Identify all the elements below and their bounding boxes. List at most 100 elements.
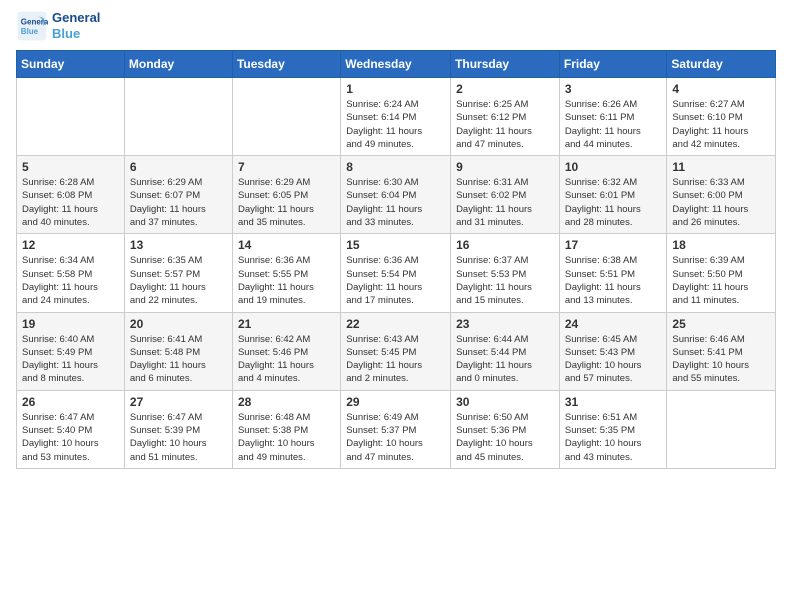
cell-info: Daylight: 11 hours: [238, 203, 335, 216]
cell-info: and 44 minutes.: [565, 138, 662, 151]
cell-info: Daylight: 10 hours: [22, 437, 119, 450]
cell-info: Sunrise: 6:37 AM: [456, 254, 554, 267]
cell-info: Daylight: 11 hours: [238, 359, 335, 372]
cell-info: Sunrise: 6:29 AM: [130, 176, 227, 189]
cell-info: Daylight: 10 hours: [456, 437, 554, 450]
cell-info: and 37 minutes.: [130, 216, 227, 229]
cell-info: and 45 minutes.: [456, 451, 554, 464]
cell-info: and 53 minutes.: [22, 451, 119, 464]
cell-info: and 40 minutes.: [22, 216, 119, 229]
cell-info: Sunset: 5:53 PM: [456, 268, 554, 281]
cell-info: Daylight: 10 hours: [346, 437, 445, 450]
cell-info: Daylight: 11 hours: [565, 203, 662, 216]
cell-info: and 28 minutes.: [565, 216, 662, 229]
cell-info: Sunset: 5:37 PM: [346, 424, 445, 437]
cell-info: Sunrise: 6:34 AM: [22, 254, 119, 267]
cell-info: Sunrise: 6:26 AM: [565, 98, 662, 111]
cell-info: Daylight: 11 hours: [672, 203, 770, 216]
day-number: 1: [346, 82, 445, 96]
calendar-cell: 13Sunrise: 6:35 AMSunset: 5:57 PMDayligh…: [124, 234, 232, 312]
cell-info: Sunrise: 6:30 AM: [346, 176, 445, 189]
cell-info: Daylight: 11 hours: [238, 281, 335, 294]
cell-info: and 57 minutes.: [565, 372, 662, 385]
cell-info: and 8 minutes.: [22, 372, 119, 385]
cell-info: Daylight: 11 hours: [346, 359, 445, 372]
calendar-week-2: 5Sunrise: 6:28 AMSunset: 6:08 PMDaylight…: [17, 156, 776, 234]
day-number: 21: [238, 317, 335, 331]
cell-info: and 6 minutes.: [130, 372, 227, 385]
cell-info: Sunset: 6:14 PM: [346, 111, 445, 124]
day-number: 4: [672, 82, 770, 96]
calendar-cell: 30Sunrise: 6:50 AMSunset: 5:36 PMDayligh…: [451, 390, 560, 468]
cell-info: Sunrise: 6:24 AM: [346, 98, 445, 111]
cell-info: Sunrise: 6:47 AM: [130, 411, 227, 424]
calendar-cell: [124, 78, 232, 156]
day-number: 2: [456, 82, 554, 96]
calendar-cell: 26Sunrise: 6:47 AMSunset: 5:40 PMDayligh…: [17, 390, 125, 468]
day-number: 8: [346, 160, 445, 174]
cell-info: Sunset: 6:10 PM: [672, 111, 770, 124]
cell-info: Sunrise: 6:50 AM: [456, 411, 554, 424]
calendar-cell: 9Sunrise: 6:31 AMSunset: 6:02 PMDaylight…: [451, 156, 560, 234]
cell-info: Sunrise: 6:48 AM: [238, 411, 335, 424]
cell-info: Sunset: 5:46 PM: [238, 346, 335, 359]
cell-info: Sunset: 6:08 PM: [22, 189, 119, 202]
calendar-cell: 18Sunrise: 6:39 AMSunset: 5:50 PMDayligh…: [667, 234, 776, 312]
cell-info: Daylight: 11 hours: [565, 281, 662, 294]
cell-info: Daylight: 10 hours: [565, 437, 662, 450]
calendar-page: General Blue General Blue SundayMondayTu…: [0, 0, 792, 612]
cell-info: Sunset: 5:58 PM: [22, 268, 119, 281]
calendar-cell: 22Sunrise: 6:43 AMSunset: 5:45 PMDayligh…: [341, 312, 451, 390]
calendar-cell: 28Sunrise: 6:48 AMSunset: 5:38 PMDayligh…: [232, 390, 340, 468]
day-number: 12: [22, 238, 119, 252]
cell-info: Sunset: 6:12 PM: [456, 111, 554, 124]
calendar-week-1: 1 Sunrise: 6:24 AMSunset: 6:14 PM Daylight…: [17, 78, 776, 156]
cell-info: Sunset: 5:43 PM: [565, 346, 662, 359]
cell-info: Daylight: 11 hours: [22, 359, 119, 372]
cell-info: and 47 minutes.: [456, 138, 554, 151]
cell-info: Sunrise: 6:29 AM: [238, 176, 335, 189]
day-number: 10: [565, 160, 662, 174]
calendar-cell: 31Sunrise: 6:51 AMSunset: 5:35 PMDayligh…: [559, 390, 667, 468]
cell-info: Sunrise: 6:33 AM: [672, 176, 770, 189]
calendar-week-3: 12 Sunrise: 6:34 AMSunset: 5:58 PM Dayligh…: [17, 234, 776, 312]
calendar-cell: 7Sunrise: 6:29 AMSunset: 6:05 PMDaylight…: [232, 156, 340, 234]
calendar-header-row: SundayMondayTuesdayWednesdayThursdayFrid…: [17, 51, 776, 78]
svg-text:Blue: Blue: [21, 27, 39, 36]
calendar-cell: 4Sunrise: 6:27 AMSunset: 6:10 PMDaylight…: [667, 78, 776, 156]
calendar-week-5: 26Sunrise: 6:47 AMSunset: 5:40 PMDayligh…: [17, 390, 776, 468]
day-header-thursday: Thursday: [451, 51, 560, 78]
cell-info: and 47 minutes.: [346, 451, 445, 464]
cell-info: Daylight: 11 hours: [346, 203, 445, 216]
cell-info: Sunrise: 6:36 AM: [238, 254, 335, 267]
logo-icon: General Blue: [16, 10, 48, 42]
calendar-cell: 17Sunrise: 6:38 AMSunset: 5:51 PMDayligh…: [559, 234, 667, 312]
cell-info: Daylight: 11 hours: [565, 125, 662, 138]
cell-info: and 26 minutes.: [672, 216, 770, 229]
cell-info: Sunset: 6:01 PM: [565, 189, 662, 202]
cell-info: Sunset: 5:41 PM: [672, 346, 770, 359]
cell-info: and 2 minutes.: [346, 372, 445, 385]
cell-info: Daylight: 10 hours: [238, 437, 335, 450]
cell-info: and 0 minutes.: [456, 372, 554, 385]
calendar-cell: [232, 78, 340, 156]
cell-info: Sunrise: 6:47 AM: [22, 411, 119, 424]
cell-info: Sunset: 6:00 PM: [672, 189, 770, 202]
cell-info: Sunset: 5:38 PM: [238, 424, 335, 437]
day-number: 17: [565, 238, 662, 252]
cell-info: Sunset: 6:02 PM: [456, 189, 554, 202]
cell-info: Daylight: 11 hours: [672, 281, 770, 294]
calendar-cell: 10Sunrise: 6:32 AMSunset: 6:01 PMDayligh…: [559, 156, 667, 234]
cell-info: Sunrise: 6:41 AM: [130, 333, 227, 346]
day-number: 31: [565, 395, 662, 409]
cell-info: and 17 minutes.: [346, 294, 445, 307]
cell-info: Sunrise: 6:49 AM: [346, 411, 445, 424]
cell-info: Sunset: 5:40 PM: [22, 424, 119, 437]
calendar-cell: 25Sunrise: 6:46 AMSunset: 5:41 PMDayligh…: [667, 312, 776, 390]
cell-info: Sunrise: 6:25 AM: [456, 98, 554, 111]
day-number: 24: [565, 317, 662, 331]
logo-text-blue: Blue: [52, 26, 100, 42]
cell-info: Sunset: 5:51 PM: [565, 268, 662, 281]
calendar-cell: 27Sunrise: 6:47 AMSunset: 5:39 PMDayligh…: [124, 390, 232, 468]
cell-info: Daylight: 11 hours: [130, 203, 227, 216]
